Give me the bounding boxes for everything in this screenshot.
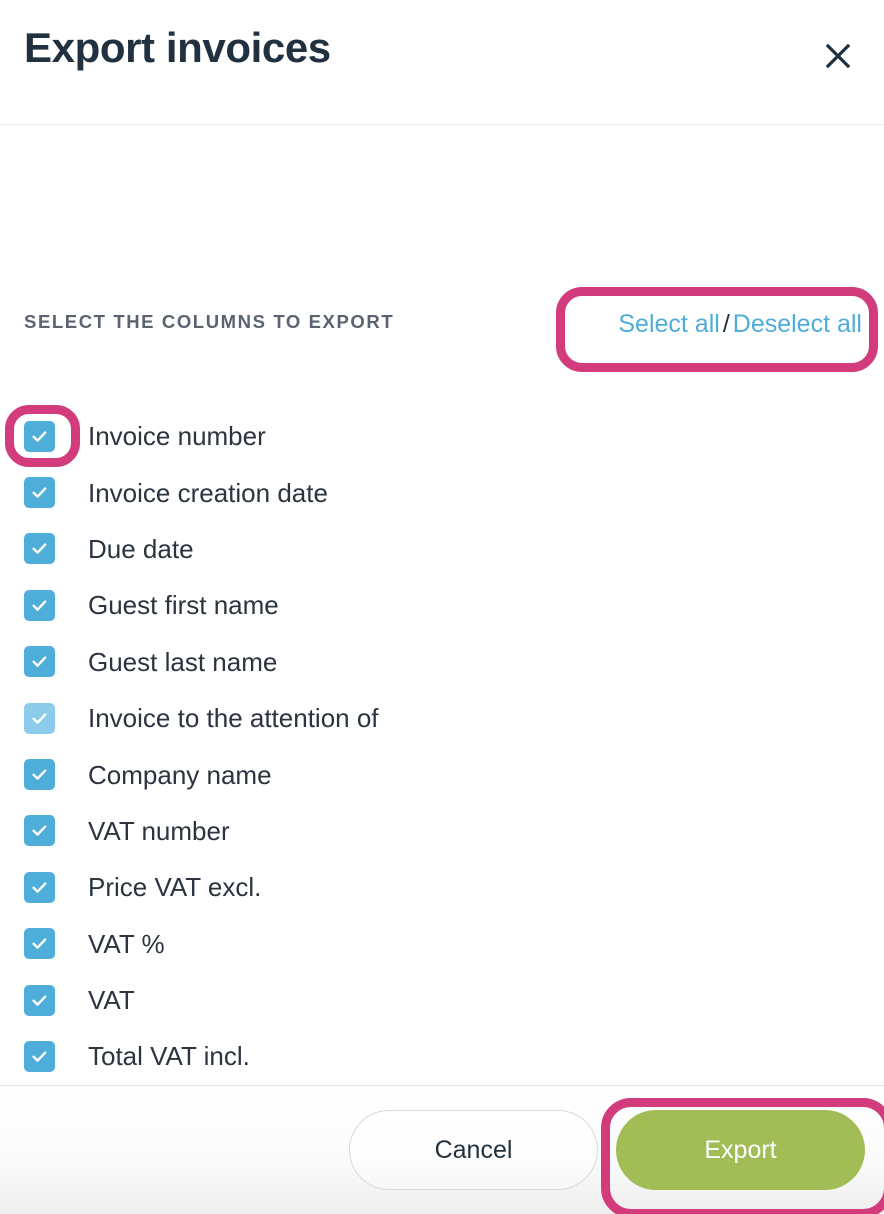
check-icon bbox=[30, 596, 49, 615]
dialog-header: Export invoices bbox=[0, 0, 884, 125]
dialog-body: SELECT THE COLUMNS TO EXPORT Select all /… bbox=[0, 125, 884, 1214]
column-checkbox[interactable] bbox=[24, 702, 55, 734]
check-icon bbox=[30, 821, 49, 840]
deselect-all-link[interactable]: Deselect all bbox=[733, 310, 862, 338]
close-button[interactable] bbox=[820, 38, 856, 74]
column-label: VAT % bbox=[88, 928, 165, 959]
column-checkbox[interactable] bbox=[24, 533, 55, 565]
list-item[interactable]: VAT % bbox=[0, 916, 884, 972]
section-label: SELECT THE COLUMNS TO EXPORT bbox=[24, 311, 395, 332]
check-icon bbox=[30, 991, 49, 1010]
check-icon bbox=[30, 483, 49, 502]
check-icon bbox=[30, 934, 49, 953]
list-item[interactable]: Due date bbox=[0, 521, 884, 577]
cancel-button[interactable]: Cancel bbox=[349, 1110, 598, 1190]
column-checkbox[interactable] bbox=[24, 815, 55, 847]
dialog-footer: Cancel Export bbox=[0, 1085, 884, 1214]
column-label: Company name bbox=[88, 759, 272, 790]
list-item[interactable]: Price VAT excl. bbox=[0, 859, 884, 915]
list-item[interactable]: Total VAT incl. bbox=[0, 1028, 884, 1084]
column-label: Guest last name bbox=[88, 646, 278, 677]
select-all-link[interactable]: Select all bbox=[618, 310, 719, 338]
column-label: Invoice creation date bbox=[88, 477, 328, 508]
check-icon bbox=[30, 878, 49, 897]
column-checkbox[interactable] bbox=[24, 589, 55, 621]
list-item[interactable]: VAT bbox=[0, 972, 884, 1028]
column-checkbox[interactable] bbox=[24, 477, 55, 509]
list-item[interactable]: Invoice number bbox=[0, 408, 884, 464]
column-label: VAT bbox=[88, 985, 135, 1016]
column-checkbox[interactable] bbox=[24, 759, 55, 791]
column-checkbox[interactable] bbox=[24, 420, 55, 452]
column-label: Total VAT incl. bbox=[88, 1041, 250, 1072]
column-checkbox[interactable] bbox=[24, 928, 55, 960]
column-label: Price VAT excl. bbox=[88, 872, 262, 903]
list-item[interactable]: Guest last name bbox=[0, 634, 884, 690]
select-all-controls: Select all / Deselect all bbox=[618, 310, 862, 339]
column-checkbox[interactable] bbox=[24, 984, 55, 1016]
list-item[interactable]: VAT number bbox=[0, 803, 884, 859]
check-icon bbox=[30, 709, 49, 728]
close-icon bbox=[823, 41, 853, 71]
link-separator: / bbox=[722, 310, 730, 338]
check-icon bbox=[30, 765, 49, 784]
check-icon bbox=[30, 1047, 49, 1066]
page-title: Export invoices bbox=[24, 24, 331, 71]
column-label: Guest first name bbox=[88, 590, 279, 621]
column-checkbox[interactable] bbox=[24, 1040, 55, 1072]
export-button[interactable]: Export bbox=[616, 1110, 865, 1190]
column-label: Due date bbox=[88, 533, 194, 564]
list-item[interactable]: Invoice to the attention of bbox=[0, 690, 884, 746]
list-item[interactable]: Invoice creation date bbox=[0, 464, 884, 520]
column-checkbox[interactable] bbox=[24, 646, 55, 678]
column-checkbox[interactable] bbox=[24, 871, 55, 903]
column-label: VAT number bbox=[88, 815, 230, 846]
check-icon bbox=[30, 427, 49, 446]
list-item[interactable]: Guest first name bbox=[0, 577, 884, 633]
list-item[interactable]: Company name bbox=[0, 746, 884, 802]
export-invoices-dialog: Export invoices SELECT THE COLUMNS TO EX… bbox=[0, 0, 884, 1214]
check-icon bbox=[30, 652, 49, 671]
check-icon bbox=[30, 539, 49, 558]
column-label: Invoice number bbox=[88, 421, 266, 452]
column-label: Invoice to the attention of bbox=[88, 703, 379, 734]
